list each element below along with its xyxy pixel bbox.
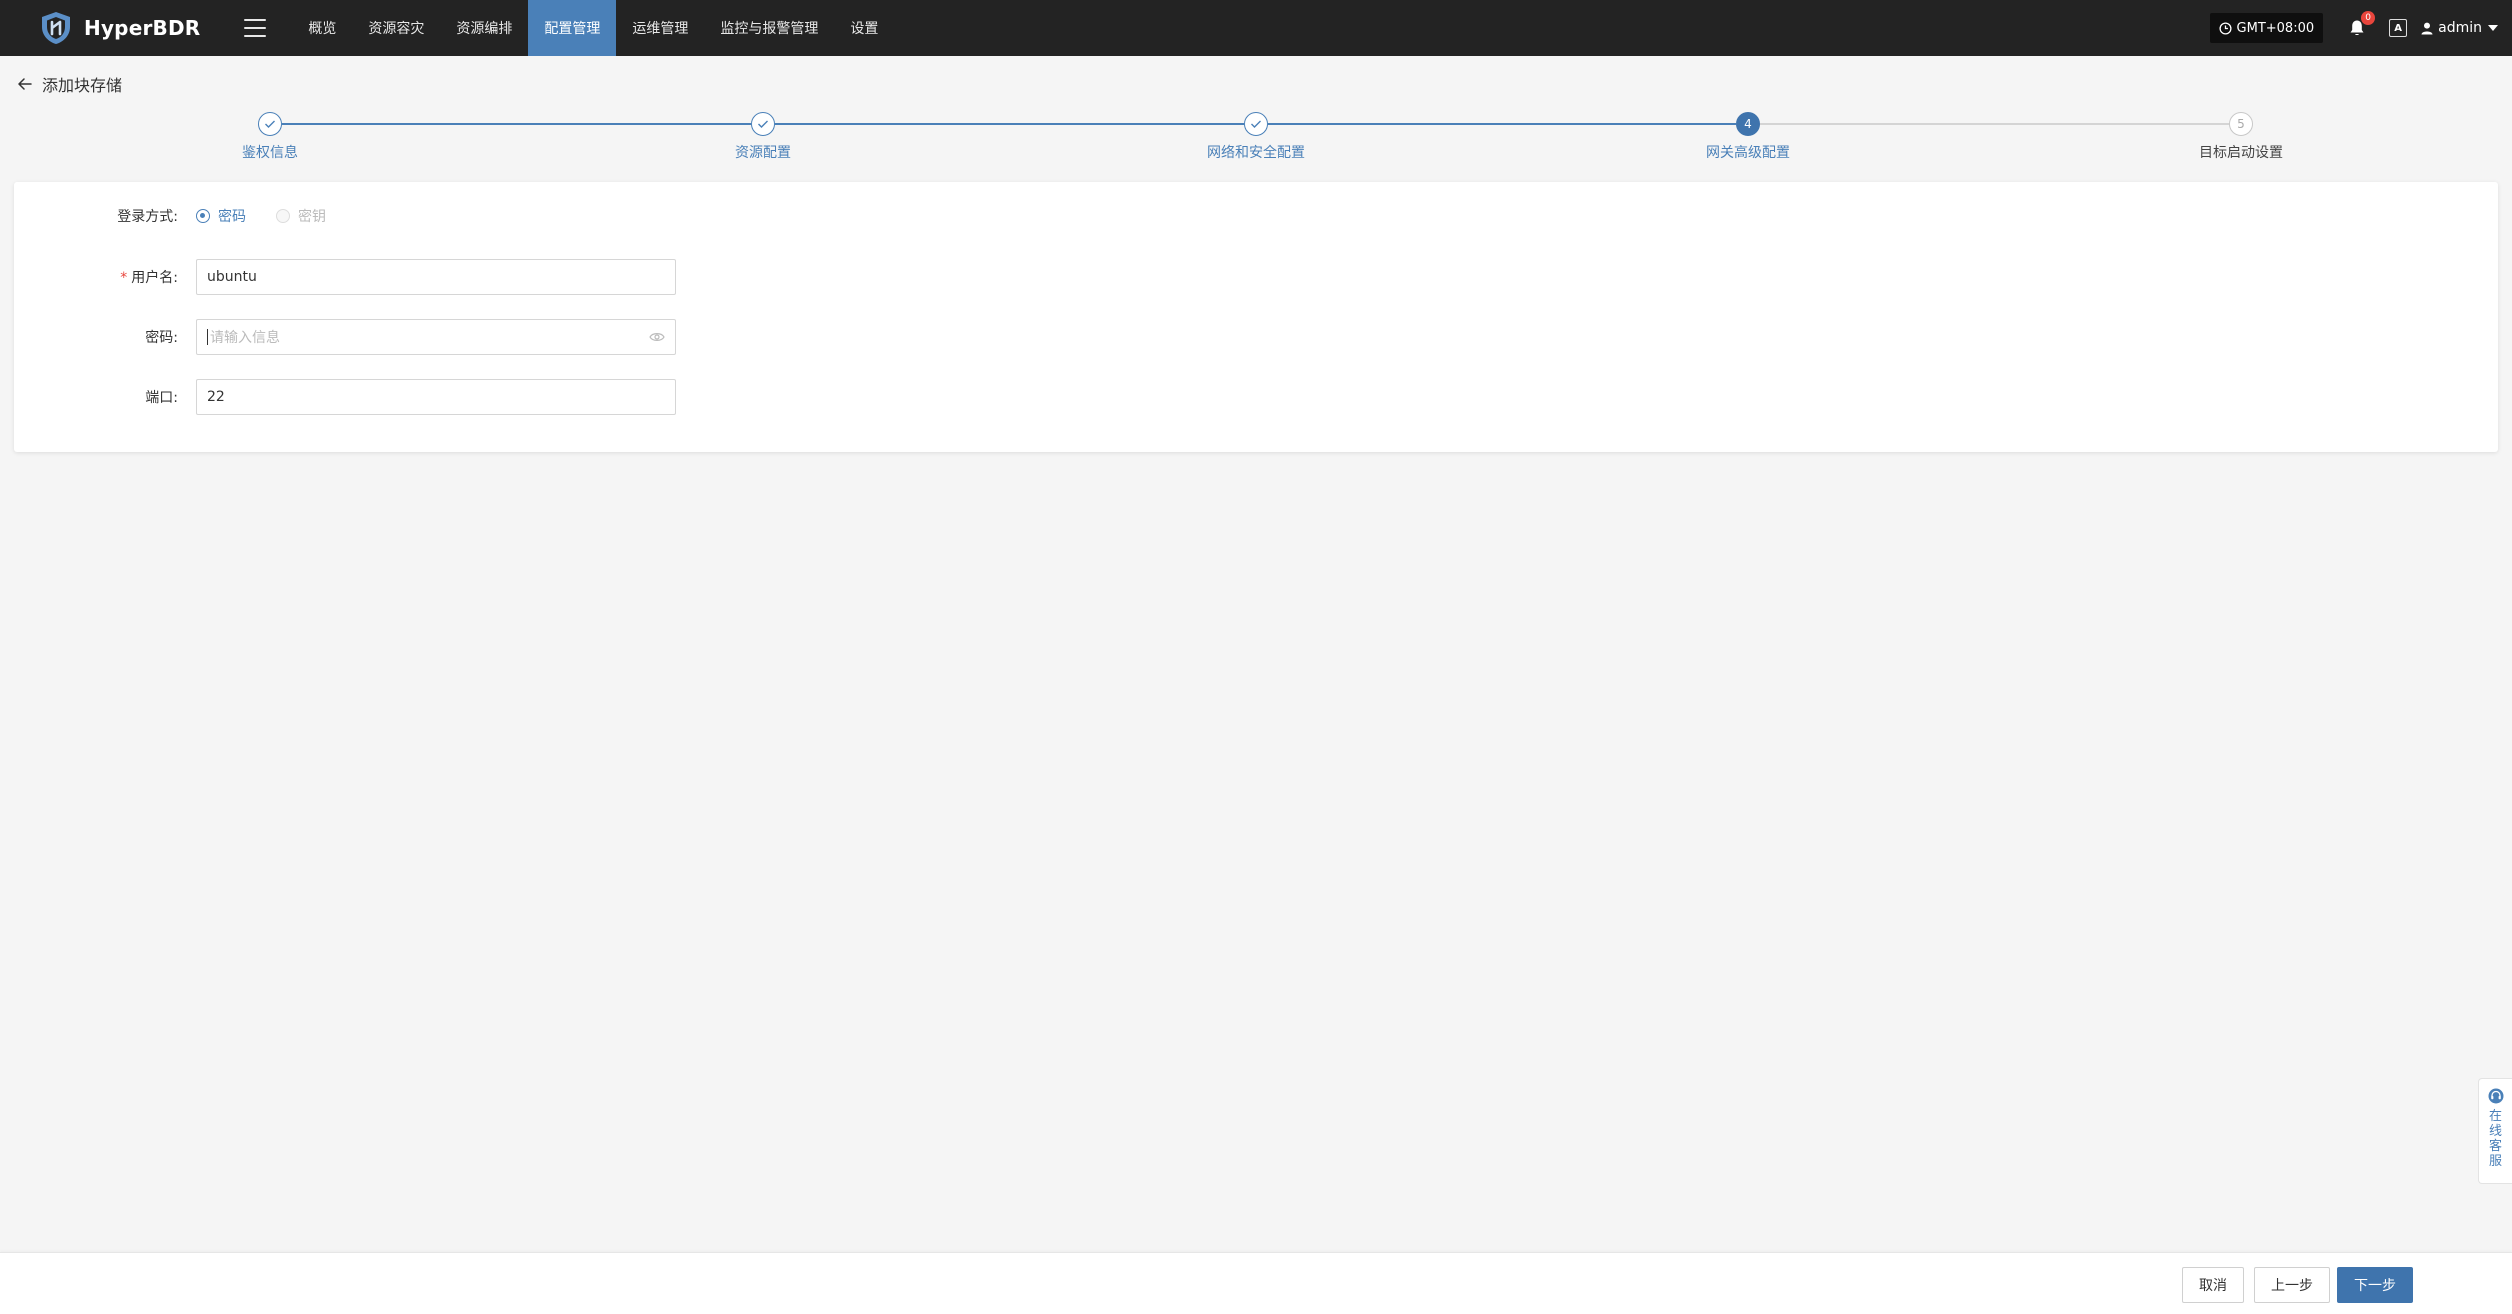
nav-item-orchestration[interactable]: 资源编排 (440, 0, 528, 56)
password-label: 密码: (145, 330, 178, 346)
user-icon (2421, 22, 2433, 34)
shield-logo-icon (42, 12, 70, 44)
language-icon[interactable]: A (2389, 19, 2408, 37)
login-method-key-radio[interactable]: 密钥 (276, 206, 326, 226)
nav-item-settings[interactable]: 设置 (834, 0, 894, 56)
password-placeholder: 请输入信息 (210, 330, 280, 346)
step-4-label: 网关高级配置 (1706, 145, 1790, 161)
clock-icon (2218, 21, 2232, 35)
timezone-button[interactable]: GMT+08:00 (2209, 13, 2324, 43)
nav-item-config-management[interactable]: 配置管理 (528, 0, 617, 56)
top-navigation-bar: HyperBDR 概览 资源容灾 资源编排 配置管理 运维管理 监控与报警管理 … (0, 0, 2512, 56)
gateway-advanced-config-form: 登录方式: 密码 密钥 * 用户名: ubuntu 密码: 请输入信息 端口: … (14, 182, 2498, 452)
radio-disabled-icon (276, 209, 290, 223)
step-connector-4 (1760, 123, 2229, 125)
arrow-left-icon (18, 78, 32, 90)
required-asterisk: * (120, 270, 128, 286)
radio-checked-icon (196, 209, 210, 223)
wizard-footer: 取消 上一步 下一步 (0, 1252, 2512, 1314)
step-5-number: 5 (2229, 112, 2253, 136)
step-5-label: 目标启动设置 (2199, 145, 2283, 161)
top-right-tools: GMT+08:00 0 A admin (2209, 0, 2498, 56)
online-service-label: 在线客服 (2488, 1109, 2502, 1169)
step-1-label: 鉴权信息 (242, 145, 298, 161)
step-2-check-icon (751, 112, 775, 136)
nav-item-overview[interactable]: 概览 (292, 0, 352, 56)
port-label: 端口: (145, 390, 178, 406)
step-3-label: 网络和安全配置 (1207, 145, 1305, 161)
step-3-check-icon (1244, 112, 1268, 136)
chevron-down-icon (2488, 25, 2498, 31)
brand-name: HyperBDR (84, 16, 201, 40)
login-method-password-radio[interactable]: 密码 (196, 206, 246, 226)
username-input[interactable]: ubuntu (196, 259, 676, 295)
username-label-text: 用户名: (131, 270, 178, 286)
online-service-widget[interactable]: 在线客服 (2478, 1078, 2512, 1184)
notification-button[interactable]: 0 (2347, 11, 2376, 39)
back-link[interactable]: 添加块存储 (18, 72, 122, 96)
text-cursor (207, 329, 208, 345)
step-connector-2 (775, 123, 1244, 125)
main-nav: 概览 资源容灾 资源编排 配置管理 运维管理 监控与报警管理 设置 (292, 0, 894, 56)
previous-step-button[interactable]: 上一步 (2254, 1267, 2330, 1303)
login-method-radio-group: 密码 密钥 (196, 206, 356, 226)
port-value: 22 (207, 389, 225, 405)
step-2-label: 资源配置 (735, 145, 791, 161)
username-value: ubuntu (207, 269, 257, 285)
nav-item-disaster-recovery[interactable]: 资源容灾 (352, 0, 440, 56)
login-method-label: 登录方式: (117, 209, 178, 225)
username-label: * 用户名: (14, 267, 188, 287)
step-4-number: 4 (1736, 112, 1760, 136)
step-connector-1 (282, 123, 751, 125)
port-input[interactable]: 22 (196, 379, 676, 415)
headset-icon (2488, 1088, 2503, 1104)
page-title: 添加块存储 (42, 76, 123, 95)
username-row: * 用户名: ubuntu (14, 259, 676, 295)
cancel-button[interactable]: 取消 (2182, 1267, 2244, 1303)
nav-item-operations[interactable]: 运维管理 (616, 0, 704, 56)
next-step-button[interactable]: 下一步 (2337, 1267, 2413, 1303)
login-method-key-label: 密钥 (298, 209, 326, 225)
password-input[interactable]: 请输入信息 (196, 319, 676, 355)
step-1-check-icon (258, 112, 282, 136)
eye-icon[interactable] (649, 331, 665, 343)
step-connector-3 (1268, 123, 1736, 125)
wizard-steps: 4 5 鉴权信息 资源配置 网络和安全配置 网关高级配置 目标启动设置 (0, 110, 2512, 166)
menu-toggle-icon[interactable] (244, 19, 267, 37)
login-method-row: 登录方式: 密码 密钥 (14, 198, 356, 234)
username: admin (2438, 20, 2482, 36)
brand[interactable]: HyperBDR (38, 0, 200, 56)
login-method-password-label: 密码 (218, 209, 246, 225)
user-menu[interactable]: admin (2421, 20, 2498, 36)
timezone-label: GMT+08:00 (2236, 20, 2315, 36)
notification-badge: 0 (2361, 11, 2376, 25)
port-row: 端口: 22 (14, 379, 676, 415)
password-row: 密码: 请输入信息 (14, 319, 676, 355)
nav-item-monitoring-alerts[interactable]: 监控与报警管理 (704, 0, 834, 56)
